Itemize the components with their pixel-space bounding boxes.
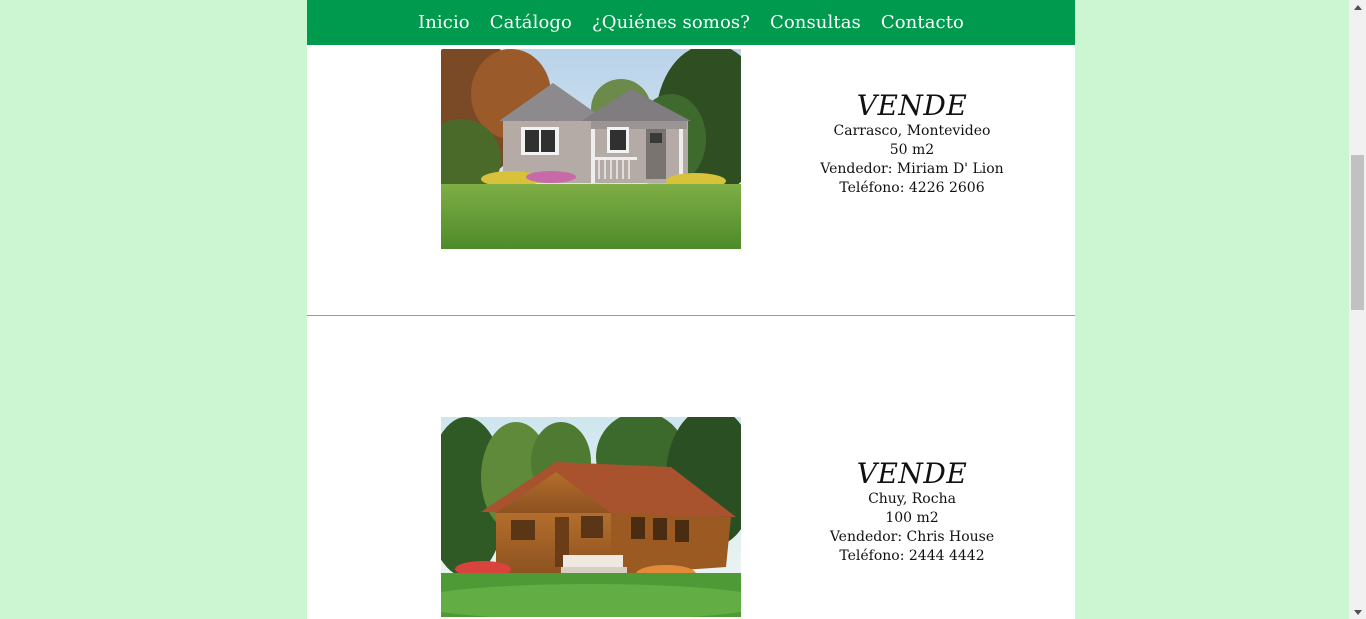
scrollbar-thumb[interactable] — [1351, 155, 1364, 310]
content-page: Inicio Catálogo ¿Quiénes somos? Consulta… — [307, 0, 1075, 619]
gray-cottage-image — [441, 49, 741, 249]
house-photo — [441, 49, 741, 249]
listing-card: VENDE Carrasco, Montevideo 50 m2 Vendedo… — [307, 0, 1075, 315]
listing-phone: Teléfono: 2444 4442 — [839, 548, 985, 564]
scroll-down-arrow-icon[interactable] — [1349, 605, 1366, 619]
listing-info: VENDE Carrasco, Montevideo 50 m2 Vendedo… — [807, 90, 1017, 198]
listing-seller: Vendedor: Chris House — [829, 529, 995, 545]
listing-location: Carrasco, Montevideo — [833, 123, 991, 139]
house-photo — [441, 417, 741, 617]
listing-location: Chuy, Rocha — [868, 491, 956, 507]
listing-title: VENDE — [856, 457, 968, 490]
wooden-cabin-image — [441, 417, 741, 617]
vertical-scrollbar[interactable] — [1349, 0, 1366, 619]
listing-seller: Vendedor: Miriam D' Lion — [820, 161, 1004, 177]
listing-info: VENDE Chuy, Rocha 100 m2 Vendedor: Chris… — [807, 458, 1017, 566]
listing-area: 100 m2 — [885, 510, 939, 526]
listing-card: VENDE Chuy, Rocha 100 m2 Vendedor: Chris… — [307, 316, 1075, 619]
listing-phone: Teléfono: 4226 2606 — [839, 180, 985, 196]
scroll-up-arrow-icon[interactable] — [1349, 0, 1366, 14]
listing-title: VENDE — [856, 89, 968, 122]
listing-area: 50 m2 — [889, 142, 935, 158]
